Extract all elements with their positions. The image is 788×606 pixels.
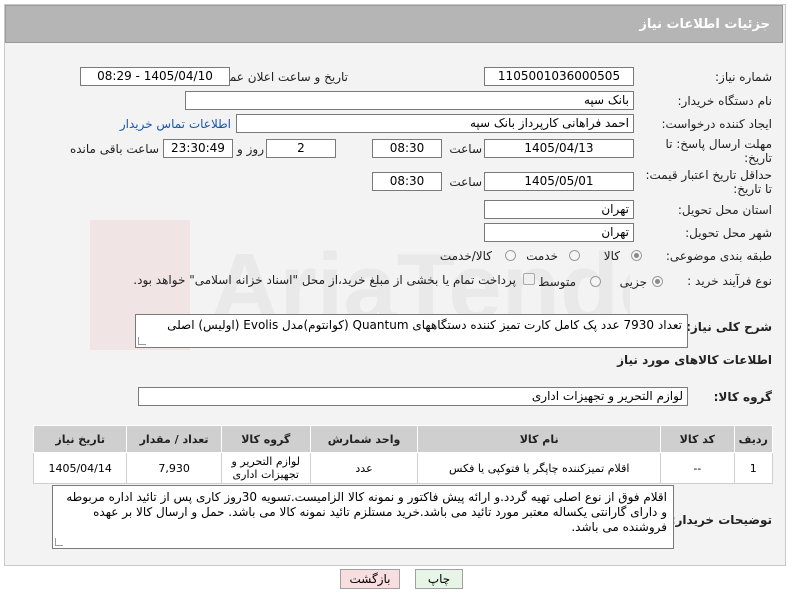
category-option-goods-service: کالا/خدمت bbox=[439, 249, 492, 263]
description-label: شرح کلی نیاز: bbox=[686, 320, 772, 334]
province-field[interactable]: تهران bbox=[484, 200, 634, 219]
process-radio-minor[interactable] bbox=[652, 276, 663, 287]
col-group: گروه کالا bbox=[220, 425, 311, 453]
city-field[interactable]: تهران bbox=[484, 223, 634, 242]
back-button[interactable]: بازگشت bbox=[340, 569, 400, 589]
category-option-service: خدمت bbox=[526, 249, 558, 263]
category-radio-goods[interactable] bbox=[631, 250, 642, 261]
days-count-field[interactable]: 2 bbox=[266, 139, 336, 158]
deadline-time-label: ساعت bbox=[449, 142, 482, 156]
remaining-time-field[interactable]: 23:30:49 bbox=[163, 139, 233, 158]
payment-note: پرداخت تمام یا بخشی از مبلغ خرید،از محل … bbox=[133, 273, 516, 287]
col-row: ردیف bbox=[733, 425, 774, 453]
goods-group-label: گروه کالا: bbox=[713, 390, 772, 404]
buyer-notes-text: اقلام فوق از نوع اصلی تهیه گردد.و ارائه … bbox=[66, 490, 667, 534]
buyer-notes-field[interactable]: اقلام فوق از نوع اصلی تهیه گردد.و ارائه … bbox=[52, 485, 674, 549]
resize-handle[interactable] bbox=[138, 337, 146, 345]
need-number-label: شماره نیاز: bbox=[715, 70, 772, 84]
treasury-payment-checkbox[interactable] bbox=[523, 273, 535, 285]
items-table: ردیف کد کالا نام کالا واحد شمارش گروه کا… bbox=[32, 425, 774, 484]
days-label: روز و bbox=[237, 142, 264, 156]
cell-unit: عدد bbox=[309, 452, 419, 484]
col-date: تاریخ نیاز bbox=[32, 425, 128, 453]
creator-field[interactable]: احمد فراهانی کارپرداز بانک سپه bbox=[236, 114, 634, 133]
col-code: کد کالا bbox=[660, 425, 735, 453]
page-header: جزئیات اطلاعات نیاز bbox=[5, 5, 783, 43]
buyer-org-field[interactable]: بانک سپه bbox=[185, 91, 634, 110]
category-option-goods: کالا bbox=[603, 249, 620, 263]
print-button[interactable]: چاپ bbox=[415, 569, 463, 589]
creator-label: ایجاد کننده درخواست: bbox=[661, 117, 772, 131]
process-option-medium: متوسط bbox=[538, 275, 576, 289]
deadline-label-1: مهلت ارسال پاسخ: تا bbox=[665, 137, 772, 151]
cell-code: -- bbox=[660, 452, 735, 484]
remaining-label: ساعت باقی مانده bbox=[69, 142, 159, 156]
process-option-minor: جزیی bbox=[619, 275, 647, 289]
deadline-date-field[interactable]: 1405/04/13 bbox=[484, 139, 634, 158]
deadline-label-2: تاریخ: bbox=[744, 151, 772, 165]
city-label: شهر محل تحویل: bbox=[685, 226, 772, 240]
buyer-notes-label: توضیحات خریدار: bbox=[670, 513, 772, 527]
cell-qty: 7,930 bbox=[126, 452, 222, 484]
page-title: جزئیات اطلاعات نیاز bbox=[639, 17, 770, 32]
contact-info-link[interactable]: اطلاعات تماس خریدار bbox=[120, 117, 231, 131]
col-name: نام کالا bbox=[417, 425, 662, 453]
resize-handle[interactable] bbox=[55, 538, 63, 546]
table-header-row: ردیف کد کالا نام کالا واحد شمارش گروه کا… bbox=[32, 425, 774, 453]
process-label: نوع فرآیند خرید : bbox=[687, 274, 772, 288]
announce-field[interactable]: 1405/04/10 - 08:29 bbox=[80, 67, 230, 86]
col-qty: تعداد / مقدار bbox=[126, 425, 222, 453]
process-radio-medium[interactable] bbox=[590, 276, 601, 287]
need-number-field[interactable]: 1105001036000505 bbox=[484, 67, 634, 86]
buyer-org-label: نام دستگاه خریدار: bbox=[677, 94, 773, 108]
col-unit: واحد شمارش bbox=[309, 425, 419, 453]
category-radio-goods-service[interactable] bbox=[505, 250, 516, 261]
category-radio-service[interactable] bbox=[569, 250, 580, 261]
description-text: تعداد 7930 عدد پک کامل کارت تمیز کننده د… bbox=[167, 318, 682, 332]
cell-row: 1 bbox=[733, 452, 774, 484]
category-label: طبقه بندی موضوعی: bbox=[665, 249, 772, 263]
deadline-time-field[interactable]: 08:30 bbox=[372, 139, 442, 158]
cell-date: 1405/04/14 bbox=[32, 452, 128, 484]
goods-group-field[interactable]: لوازم التحریر و تجهیزات اداری bbox=[138, 387, 688, 406]
table-row[interactable]: 1 -- اقلام تمیزکننده چاپگر یا فتوکپی یا … bbox=[32, 452, 774, 484]
validity-time-field[interactable]: 08:30 bbox=[372, 172, 442, 191]
cell-group: لوازم التحریر و تجهیزات اداری bbox=[220, 452, 311, 484]
validity-label-2: تا تاریخ: bbox=[733, 182, 772, 196]
validity-date-field[interactable]: 1405/05/01 bbox=[484, 172, 634, 191]
description-field[interactable]: تعداد 7930 عدد پک کامل کارت تمیز کننده د… bbox=[135, 314, 688, 348]
cell-name: اقلام تمیزکننده چاپگر یا فتوکپی یا فکس bbox=[417, 452, 662, 484]
validity-label-1: حداقل تاریخ اعتبار قیمت: bbox=[645, 168, 772, 182]
validity-time-label: ساعت bbox=[449, 175, 482, 189]
province-label: استان محل تحویل: bbox=[677, 203, 772, 217]
goods-section-title: اطلاعات کالاهای مورد نیاز bbox=[617, 353, 772, 367]
